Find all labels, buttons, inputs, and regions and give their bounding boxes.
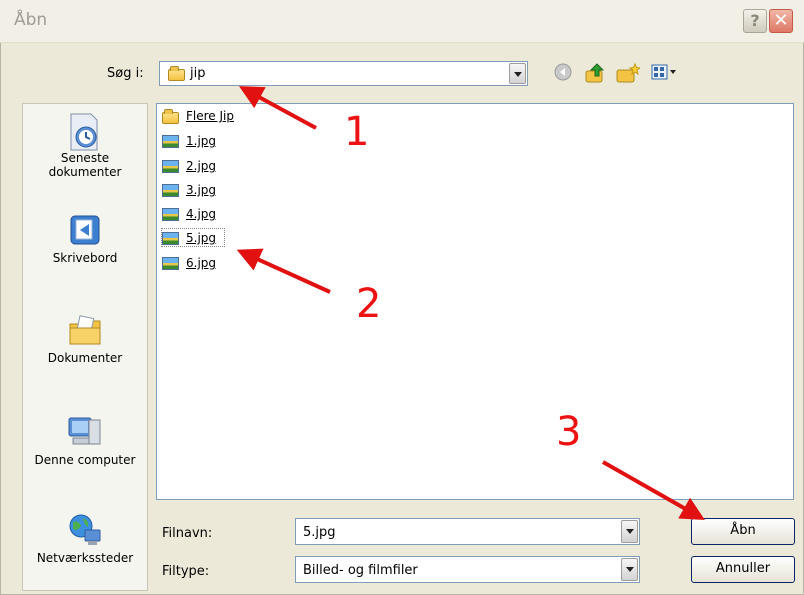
folder-icon [168,66,185,81]
chevron-down-icon[interactable] [509,63,526,84]
recent-documents-icon [67,112,103,151]
new-folder-icon[interactable] [616,62,642,87]
annotation-number-2: 2 [356,281,382,327]
image-file-icon [162,257,179,270]
chevron-down-icon[interactable] [621,558,638,581]
up-folder-icon[interactable] [584,63,606,87]
filetype-value: Billed- og filmfiler [303,563,418,578]
my-computer-icon [67,414,103,450]
file-name: 4.jpg [186,207,217,221]
annotation-number-3: 3 [556,409,582,455]
file-name: Flere Jip [186,109,234,123]
image-file-icon [162,208,179,221]
file-list[interactable]: Flere Jip 1.jpg 2.jpg 3.jpg 4.jpg 5.jpg … [156,103,794,500]
close-button[interactable]: ✕ [769,9,793,33]
desktop-icon [67,212,103,248]
views-menu-icon[interactable] [651,63,679,85]
place-network-places[interactable]: Netværkssteder [23,512,147,565]
image-file-icon [162,232,179,245]
place-my-documents[interactable]: Dokumenter [23,312,147,365]
file-name: 2.jpg [186,159,217,173]
place-label: Denne computer [34,453,136,467]
title-bar: Åbn ? ✕ [0,0,804,43]
back-icon[interactable] [554,63,572,85]
cancel-button[interactable]: Annuller [691,556,795,583]
my-documents-icon [67,312,103,348]
look-in-combo[interactable]: jip [159,61,528,86]
file-name: 5.jpg [186,231,217,245]
dialog-title: Åbn [14,10,48,30]
folder-icon [162,109,179,124]
filename-label: Filnavn: [162,526,213,541]
image-file-icon [162,135,179,148]
places-bar: Seneste dokumenter Skrivebord Dokumenter… [22,103,148,591]
place-my-computer[interactable]: Denne computer [23,414,147,467]
annotation-number-1: 1 [344,109,370,155]
network-places-icon [67,512,103,548]
look-in-label: Søg i: [107,66,144,81]
filetype-label: Filtype: [162,564,210,579]
file-name: 3.jpg [186,183,217,197]
image-file-icon [162,160,179,173]
place-label: Skrivebord [52,251,118,265]
place-label: Dokumenter [47,351,123,365]
help-button[interactable]: ? [743,9,767,33]
place-label: Netværkssteder [36,551,134,565]
place-label: Seneste dokumenter [48,151,122,179]
file-name: 6.jpg [186,256,217,270]
place-recent-documents[interactable]: Seneste dokumenter [23,112,147,179]
chevron-down-icon[interactable] [621,520,638,543]
filetype-combo[interactable]: Billed- og filmfiler [295,556,640,583]
place-desktop[interactable]: Skrivebord [23,212,147,265]
file-name: 1.jpg [186,134,217,148]
open-button[interactable]: Åbn [691,518,795,545]
look-in-value: jip [190,66,206,81]
image-file-icon [162,184,179,197]
filename-value: 5.jpg [303,525,336,540]
filename-combo[interactable]: 5.jpg [295,518,640,545]
